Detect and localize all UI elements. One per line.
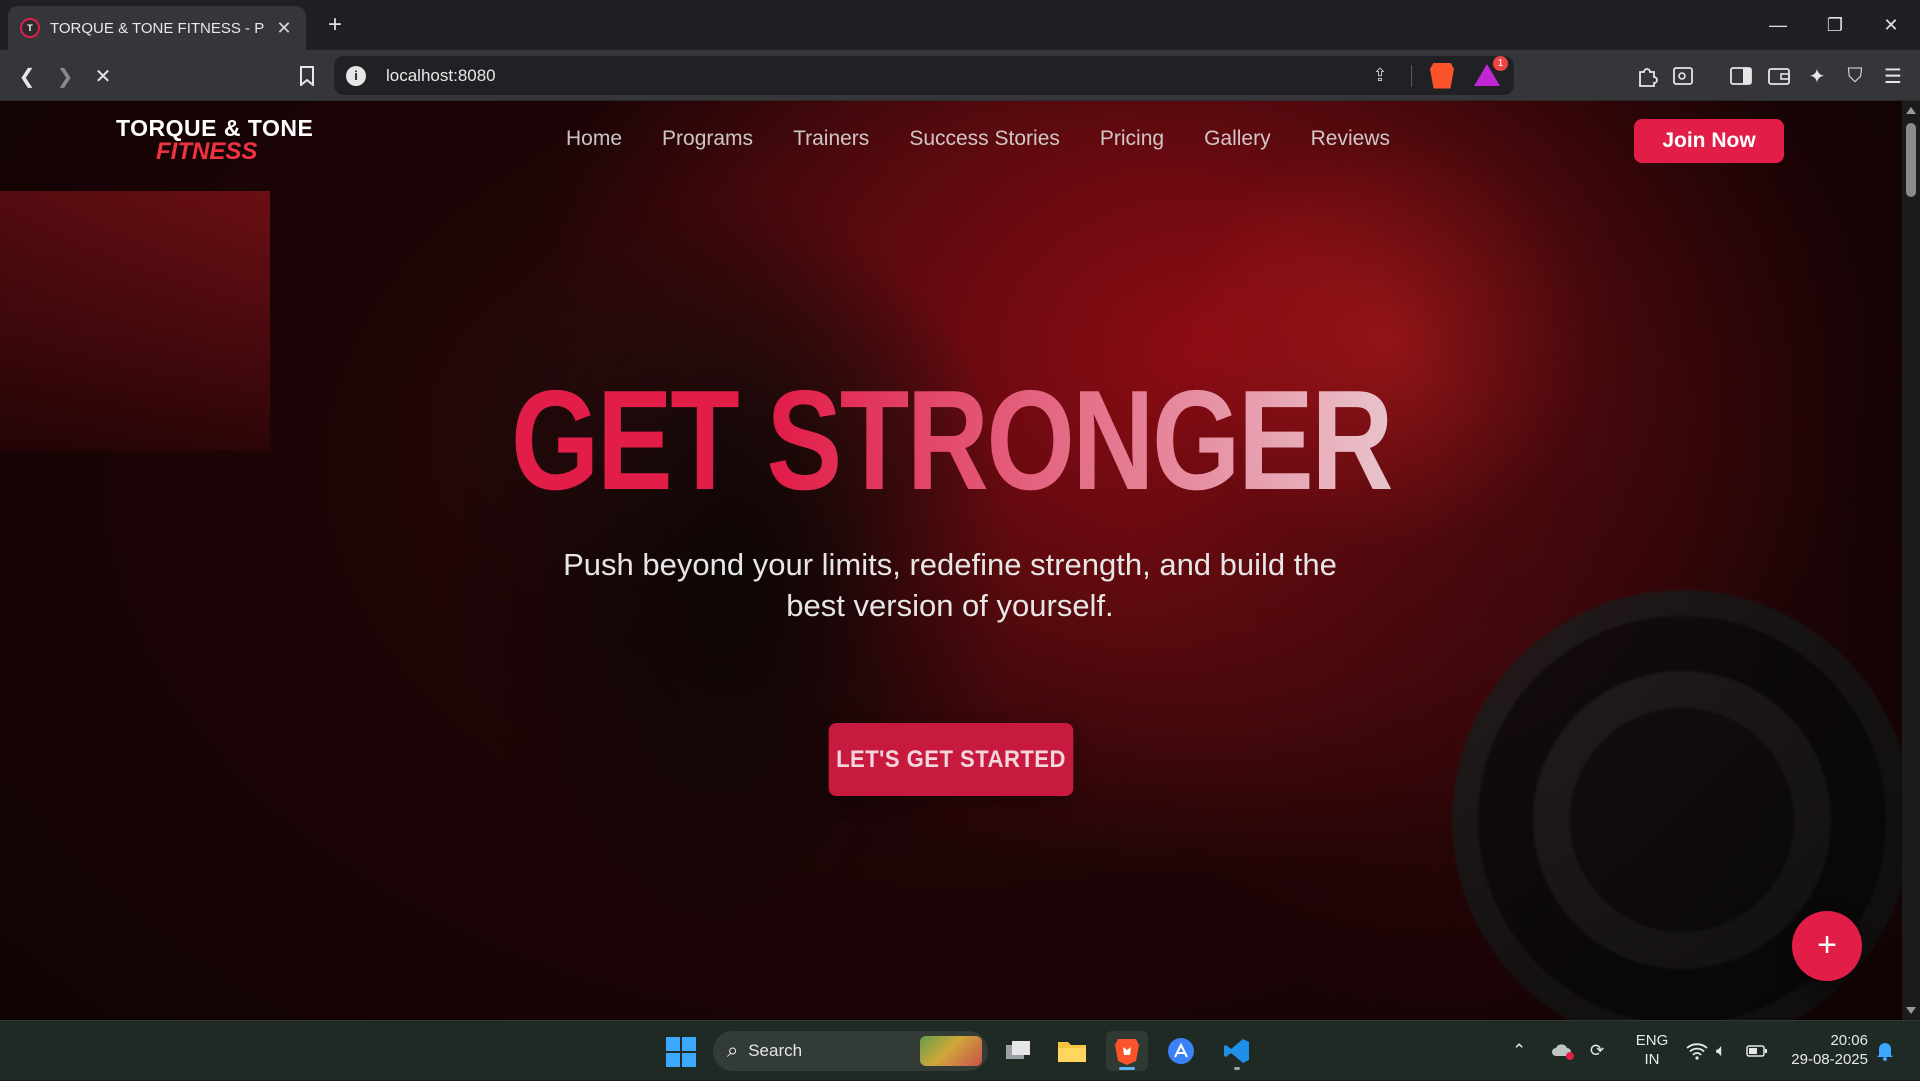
clock-time: 20:06 bbox=[1830, 1032, 1868, 1049]
page-viewport: TORQUE & TONE FITNESS Home Programs Trai… bbox=[0, 101, 1902, 1020]
leo-ai-icon[interactable]: ✦ bbox=[1800, 59, 1834, 93]
language-region: IN bbox=[1644, 1051, 1660, 1068]
language-code: ENG bbox=[1635, 1032, 1669, 1049]
taskbar-search-label: Search bbox=[748, 1041, 803, 1060]
tab-title: TORQUE & TONE FITNESS - Premium Fitness bbox=[50, 19, 264, 37]
address-bar[interactable]: i localhost:8080 ⇪ 1 bbox=[334, 55, 1514, 95]
share-icon[interactable]: ⇪ bbox=[1365, 65, 1395, 86]
menu-icon[interactable]: ☰ bbox=[1876, 59, 1910, 93]
site-logo[interactable]: TORQUE & TONE FITNESS bbox=[116, 115, 326, 171]
app-store-icon[interactable] bbox=[1160, 1031, 1202, 1071]
nav-programs[interactable]: Programs bbox=[662, 127, 753, 151]
browser-tab[interactable]: T TORQUE & TONE FITNESS - Premium Fitnes… bbox=[8, 6, 306, 50]
bookmark-icon[interactable] bbox=[290, 59, 324, 93]
hero-title: GET STRONGER bbox=[190, 359, 1712, 523]
rewards-badge: 1 bbox=[1493, 55, 1508, 71]
new-tab-button[interactable]: + bbox=[320, 10, 350, 40]
system-clock[interactable]: 20:06 29-08-2025 bbox=[1780, 1031, 1868, 1069]
brave-browser-icon[interactable] bbox=[1106, 1031, 1148, 1071]
file-explorer-icon[interactable] bbox=[1051, 1031, 1093, 1071]
extensions-icon[interactable] bbox=[1630, 59, 1664, 93]
running-app-indicator bbox=[1234, 1067, 1240, 1070]
volume-icon[interactable]: 🔈︎ bbox=[1716, 1021, 1726, 1081]
tab-close-icon[interactable]: ✕ bbox=[274, 18, 294, 39]
windows-taskbar: ⌕ Search ⌃ ⟳ ENG IN 🔈︎ 20:06 29-08-2025 bbox=[0, 1020, 1920, 1080]
wallet-icon[interactable] bbox=[1762, 59, 1796, 93]
wifi-icon[interactable] bbox=[1686, 1021, 1708, 1081]
page-search-icon[interactable] bbox=[1666, 59, 1700, 93]
clock-date: 29-08-2025 bbox=[1791, 1051, 1868, 1068]
page-scrollbar[interactable] bbox=[1902, 101, 1920, 1020]
browser-toolbar: ❮ ❯ ✕ i localhost:8080 ⇪ 1 ✦ ⛉ ☰ bbox=[0, 50, 1920, 101]
site-info-icon[interactable]: i bbox=[346, 65, 366, 86]
minimize-button[interactable]: — bbox=[1749, 0, 1807, 50]
scroll-thumb[interactable] bbox=[1906, 123, 1916, 197]
scroll-up-icon[interactable] bbox=[1906, 107, 1916, 114]
sidebar-toggle-icon[interactable] bbox=[1724, 59, 1758, 93]
hero-subtitle: Push beyond your limits, redefine streng… bbox=[563, 547, 1337, 623]
site-favicon-icon: T bbox=[20, 18, 40, 38]
main-nav: Home Programs Trainers Success Stories P… bbox=[566, 127, 1390, 151]
address-url[interactable]: localhost:8080 bbox=[386, 66, 1365, 86]
stop-loading-button[interactable]: ✕ bbox=[86, 59, 120, 93]
sync-icon[interactable]: ⟳ bbox=[1590, 1021, 1604, 1081]
start-windows-icon[interactable] bbox=[666, 1037, 696, 1067]
nav-reviews[interactable]: Reviews bbox=[1311, 127, 1390, 151]
nav-pricing[interactable]: Pricing bbox=[1100, 127, 1164, 151]
nav-gallery[interactable]: Gallery bbox=[1204, 127, 1271, 151]
task-view-icon[interactable] bbox=[997, 1031, 1039, 1071]
nav-trainers[interactable]: Trainers bbox=[793, 127, 869, 151]
active-app-indicator bbox=[1119, 1067, 1135, 1070]
close-window-button[interactable]: ✕ bbox=[1862, 0, 1920, 50]
back-button[interactable]: ❮ bbox=[10, 59, 44, 93]
nav-success-stories[interactable]: Success Stories bbox=[909, 127, 1060, 151]
hero-title-text: GET STRONGER bbox=[510, 361, 1393, 520]
search-highlight-image bbox=[920, 1036, 982, 1066]
logo-line-2: FITNESS bbox=[156, 138, 258, 165]
notification-bell-icon[interactable] bbox=[1876, 1021, 1894, 1081]
floating-add-button[interactable]: + bbox=[1792, 911, 1862, 981]
taskbar-search[interactable]: ⌕ Search bbox=[713, 1031, 988, 1071]
onedrive-error-icon[interactable] bbox=[1552, 1021, 1576, 1081]
browser-tab-bar: T TORQUE & TONE FITNESS - Premium Fitnes… bbox=[0, 0, 1920, 50]
join-now-button[interactable]: Join Now bbox=[1634, 119, 1784, 163]
brave-rewards-icon[interactable]: 1 bbox=[1474, 55, 1508, 88]
omnibox-divider bbox=[1411, 64, 1412, 87]
nav-home[interactable]: Home bbox=[566, 127, 622, 151]
search-icon: ⌕ bbox=[727, 1039, 739, 1062]
scroll-down-icon[interactable] bbox=[1906, 1007, 1916, 1014]
vpn-shield-icon[interactable]: ⛉ bbox=[1838, 59, 1872, 93]
vscode-icon[interactable] bbox=[1216, 1031, 1258, 1071]
show-hidden-icons-icon[interactable]: ⌃ bbox=[1512, 1021, 1526, 1081]
forward-button[interactable]: ❯ bbox=[48, 59, 82, 93]
restore-button[interactable]: ❐ bbox=[1806, 0, 1864, 50]
battery-icon[interactable] bbox=[1746, 1021, 1768, 1081]
get-started-button[interactable]: LET'S GET STARTED bbox=[828, 723, 1074, 796]
input-language[interactable]: ENG IN bbox=[1630, 1031, 1674, 1069]
brave-shields-icon[interactable] bbox=[1430, 62, 1454, 89]
